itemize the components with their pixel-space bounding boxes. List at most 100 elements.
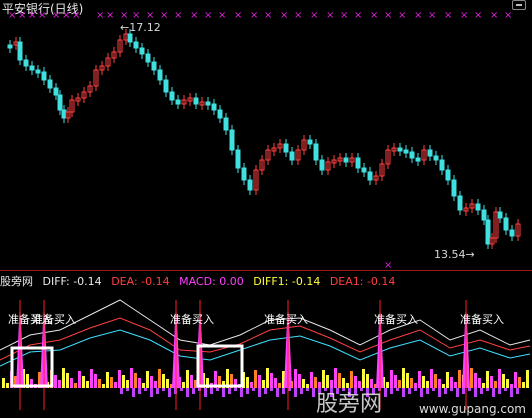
signal-marker: × [460,10,468,21]
signal-marker: × [264,10,272,21]
indicator-neg-bar [306,388,309,391]
indicator-bar [58,380,61,388]
candle-body [397,147,403,152]
indicator-bar [274,378,277,388]
macd-value: MACD: 0.00 [179,275,244,288]
signal-label-6: 准备买入 [460,313,504,326]
indicator-neg-bar [252,388,255,391]
signal-label-5: 准备买入 [374,313,418,326]
candle-body [361,167,367,173]
indicator-bar [150,376,153,388]
indicator-bar [402,368,405,388]
indicator-bar [138,378,141,388]
candle-body [343,157,349,163]
candle-body [427,149,433,157]
indicator-bar [474,373,477,388]
indicator-bar [494,381,497,388]
signal-marker: × [414,10,422,21]
signal-marker: × [280,10,288,21]
signal-marker: × [326,10,334,21]
candle-body [247,179,253,191]
indicator-bar [78,371,81,388]
indicator-neg-bar [186,388,189,397]
indicator-neg-bar [240,388,243,397]
indicator-bar [98,379,101,388]
indicator-neg-bar [300,388,303,394]
indicator-neg-bar [312,388,315,397]
signal-marker: × [146,10,154,21]
indicator-neg-bar [492,388,495,397]
indicator-neg-bar [210,388,213,394]
indicator-neg-bar [144,388,147,391]
indicator-bar [86,381,89,388]
candle-body [235,149,241,169]
indicator-bar [166,379,169,388]
indicator-neg-bar [438,388,441,397]
indicator-neg-bar [420,388,423,397]
candle-body [509,229,515,237]
signal-marker: × [190,10,198,21]
candle-body [451,179,457,197]
signal-marker: × [52,10,60,21]
indicator-bar [54,375,57,388]
indicator-bar [410,378,413,388]
candle-body [163,79,169,93]
indicator-bar [302,379,305,388]
indicator-neg-bar [444,388,447,394]
candle-body [205,101,211,106]
signal-marker: × [384,10,392,21]
indicator-bar [74,383,77,388]
signal-label-2: 准备买入 [32,313,76,326]
indicator-bar [502,374,505,388]
indicator-bar [306,384,309,388]
candle-body [47,79,53,89]
indicator-bar [258,375,261,388]
signal-marker: × [250,10,258,21]
indicator-neg-bar [480,388,483,394]
signal-marker: × [38,10,46,21]
indicator-bar [498,369,501,388]
candle-body [289,151,295,161]
indicator-bar [414,383,417,388]
indicator-bar [142,383,145,388]
signal-marker: × [234,10,242,21]
chart-canvas[interactable]: × × × × × × × × × × × × × × × × × × × × × × × × × × × × × × × × × × × ×× [0,0,532,418]
signal-marker: × [310,10,318,21]
indicator-neg-bar [156,388,159,394]
indicator-bar [262,380,265,388]
indicator-bar [118,370,121,388]
indicator-neg-bar [132,388,135,397]
signal-marker: × [160,10,168,21]
candle-body [29,65,35,71]
indicator-neg-bar [408,388,411,394]
indicator-neg-bar [180,388,183,391]
signal-marker: × [340,10,348,21]
indicator-bar [134,373,137,388]
candle-body [157,69,163,81]
candle-body [41,71,47,81]
signal-marker: × [490,10,498,21]
indicator-bar [478,378,481,388]
indicator-bar [126,380,129,388]
indicator-neg-bar [204,388,207,397]
indicator-neg-bar [432,388,435,391]
signal-marker: × [398,10,406,21]
signal-marker: × [8,10,16,21]
signal-marker: × [474,10,482,21]
indicator-neg-bar [486,388,489,391]
indicator-neg-bar [390,388,393,394]
indicator-bar [2,378,5,388]
candle-body [211,103,217,111]
signal-marker: × [106,10,114,21]
indicator-neg-bar [450,388,453,391]
signal-marker: × [218,10,226,21]
indicator-bar [386,382,389,388]
indicator-bar [434,374,437,388]
watermark-brand: 股旁网 [315,392,382,417]
indicator-bar [422,376,425,388]
signal-marker: × [96,10,104,21]
stock-chart-window: 平安银行(日线) × × × × × × × × × × × × × × × × × × × × × × × × × × × × × × ×… [0,0,532,418]
candle-body [241,167,247,181]
indicator-bar [94,374,97,388]
indicator-bar [122,375,125,388]
